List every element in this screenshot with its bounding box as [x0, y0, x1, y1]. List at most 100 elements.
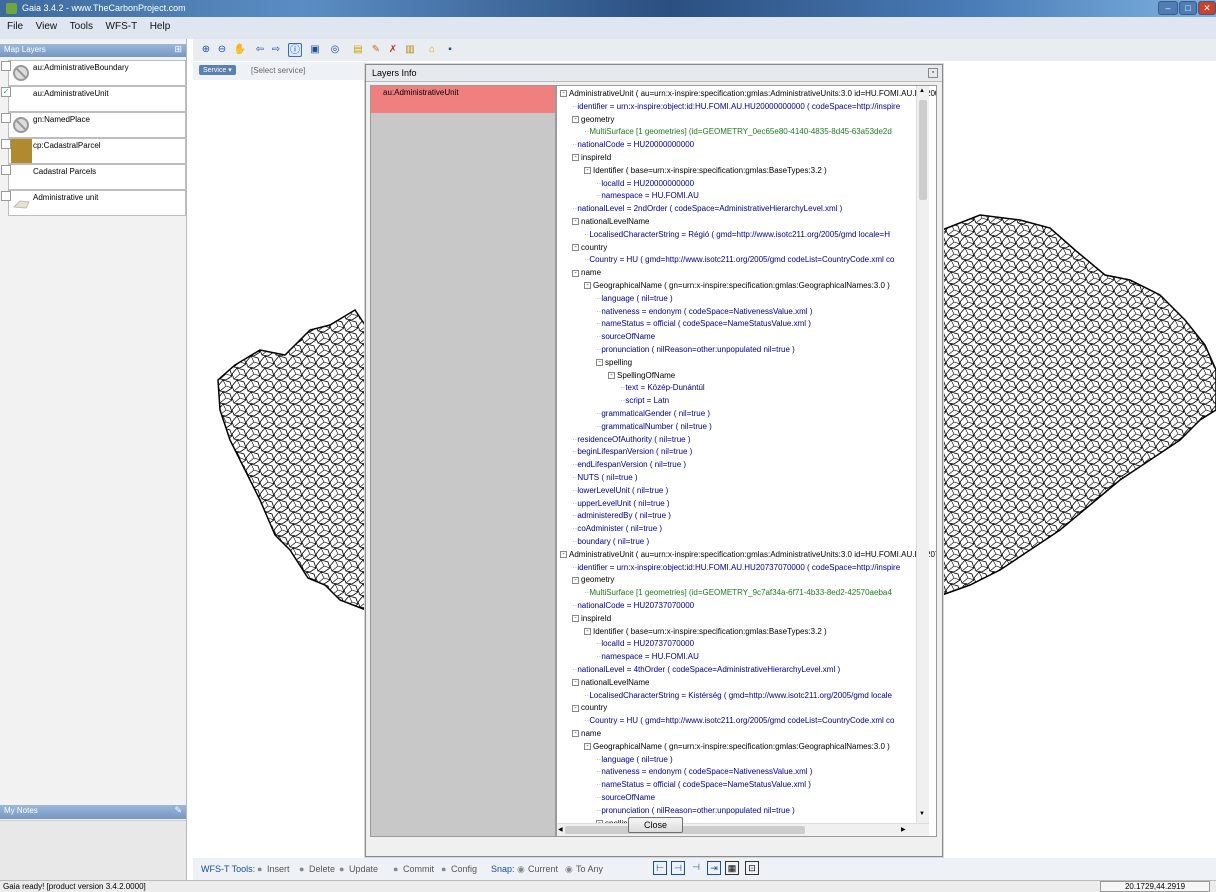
full-extent-icon[interactable]: ▣ [308, 43, 322, 57]
collapse-toggle-icon[interactable]: - [572, 154, 579, 162]
tree-node[interactable]: ··coAdminister ( nil=true ) [572, 523, 662, 536]
snap-start-icon[interactable]: ⊢ [653, 861, 667, 875]
snap-grid-icon[interactable]: ▦ [725, 861, 739, 875]
layer-item[interactable]: Cadastral Parcels [1, 164, 186, 190]
layer-checkbox[interactable] [1, 113, 11, 123]
close-window-button[interactable]: ✕ [1198, 1, 1216, 15]
tree-node[interactable]: ··nationalLevel = 2ndOrder ( codeSpace=A… [572, 203, 842, 216]
my-notes-panel[interactable] [0, 820, 186, 885]
notes-icon[interactable]: ▥ [403, 43, 417, 57]
tree-node[interactable]: - country [572, 242, 607, 255]
tree-node[interactable]: - inspireId [572, 613, 611, 626]
tree-node[interactable]: ··nameStatus = official ( codeSpace=Name… [596, 318, 811, 331]
tree-node[interactable]: - Identifier ( base=urn:x-inspire:specifi… [584, 626, 827, 639]
tree-node[interactable]: ··sourceOfName [596, 792, 655, 805]
tree-node[interactable]: - GeographicalName ( gn=urn:x-inspire:spe… [584, 280, 890, 293]
close-button[interactable]: Close [628, 817, 683, 833]
tree-node[interactable]: ··Country = HU ( gmd=http://www.isotc211… [584, 715, 894, 728]
layer-item[interactable]: cp:CadastralParcel [1, 138, 186, 164]
tree-node[interactable]: ··pronunciation ( nilReason=other:unpopu… [596, 805, 795, 818]
tree-node[interactable]: - AdministrativeUnit ( au=urn:x-inspire:s… [560, 88, 936, 101]
tree-node[interactable]: - nationalLevelName [572, 677, 650, 690]
menu-view[interactable]: View [31, 17, 63, 36]
attribute-tree[interactable]: - AdministrativeUnit ( au=urn:x-inspire:s… [556, 85, 937, 837]
tree-node[interactable]: ··MultiSurface [1 geometries] (id=GEOMET… [584, 587, 892, 600]
delete-button[interactable]: Delete [309, 864, 335, 874]
collapse-toggle-icon[interactable]: - [572, 269, 579, 277]
layer-item[interactable]: au:AdministrativeBoundary [1, 60, 186, 86]
layer-checkbox[interactable] [1, 61, 11, 71]
scroll-down-icon[interactable]: ▼ [919, 811, 925, 817]
save-disk-icon[interactable]: ▪ [443, 43, 457, 57]
collapse-toggle-icon[interactable]: - [572, 115, 579, 123]
minimize-button[interactable]: – [1158, 1, 1178, 15]
tree-node[interactable]: - GeographicalName ( gn=urn:x-inspire:spe… [584, 741, 890, 754]
tree-node[interactable]: - nationalLevelName [572, 216, 650, 229]
tree-node[interactable]: ··NUTS ( nil=true ) [572, 472, 638, 485]
add-note-icon[interactable]: ✎ [174, 805, 182, 816]
service-select[interactable]: [Select service] [251, 66, 305, 75]
add-layer-icon[interactable]: ⊞ [174, 44, 182, 55]
tree-node[interactable]: ··grammaticalNumber ( nil=true ) [596, 421, 712, 434]
zoom-out-icon[interactable]: ⊖ [215, 43, 229, 57]
tree-node[interactable]: ··localId = HU20737070000 [596, 638, 694, 651]
collapse-toggle-icon[interactable]: - [572, 704, 579, 712]
info-icon[interactable]: ⓘ [288, 43, 302, 57]
snap-end-icon[interactable]: ⊣ [689, 861, 703, 875]
tree-node[interactable]: ··nativeness = endonym ( codeSpace=Nativ… [596, 766, 812, 779]
hscroll-thumb[interactable] [565, 826, 805, 834]
update-button[interactable]: Update [349, 864, 378, 874]
tree-node[interactable]: ··namespace = HU.FOMI.AU [596, 190, 699, 203]
collapse-toggle-icon[interactable]: - [560, 90, 567, 98]
tree-node[interactable]: ··LocalisedCharacterString = Kistérség (… [584, 690, 892, 703]
collapse-toggle-icon[interactable]: - [584, 167, 591, 175]
collapse-toggle-icon[interactable]: - [584, 627, 591, 635]
zoom-in-icon[interactable]: ⊕ [199, 43, 213, 57]
snap-settings-icon[interactable]: ⊡ [745, 861, 759, 875]
tree-node[interactable]: ··identifier = urn:x-inspire:object:id:H… [572, 101, 900, 114]
tree-node[interactable]: ··script = Latn [620, 395, 669, 408]
menu-tools[interactable]: Tools [65, 17, 98, 36]
menu-file[interactable]: File [2, 17, 28, 36]
tree-node[interactable]: ··pronunciation ( nilReason=other:unpopu… [596, 344, 795, 357]
back-arrow-icon[interactable]: ⇦ [253, 43, 267, 57]
layer-item[interactable]: Administrative unit [1, 190, 186, 216]
tree-node[interactable]: ··namespace = HU.FOMI.AU [596, 651, 699, 664]
menu-help[interactable]: Help [145, 17, 176, 36]
tree-node[interactable]: ··language ( nil=true ) [596, 754, 673, 767]
insert-button[interactable]: Insert [267, 864, 290, 874]
tree-node[interactable]: ··endLifespanVersion ( nil=true ) [572, 459, 686, 472]
tree-node[interactable]: ··boundary ( nil=true ) [572, 536, 649, 549]
pan-hand-icon[interactable]: ✋ [233, 43, 247, 57]
tree-node[interactable]: - inspireId [572, 152, 611, 165]
tree-node[interactable]: - AdministrativeUnit ( au=urn:x-inspire:s… [560, 549, 936, 562]
snap-to-any-button[interactable]: To Any [576, 864, 603, 874]
open-folder-icon[interactable]: ⌂ [425, 43, 439, 57]
tree-node[interactable]: ··lowerLevelUnit ( nil=true ) [572, 485, 668, 498]
config-button[interactable]: Config [451, 864, 477, 874]
layer-checkbox[interactable] [1, 139, 11, 149]
forward-arrow-icon[interactable]: ⇨ [269, 43, 283, 57]
collapse-toggle-icon[interactable]: - [560, 551, 567, 559]
tree-node[interactable]: ··Country = HU ( gmd=http://www.isotc211… [584, 254, 894, 267]
tree-node[interactable]: ··beginLifespanVersion ( nil=true ) [572, 446, 692, 459]
tree-node[interactable]: ··MultiSurface [1 geometries] (id=GEOMET… [584, 126, 892, 139]
collapse-toggle-icon[interactable]: - [584, 743, 591, 751]
tree-node[interactable]: - geometry [572, 574, 614, 587]
tree-node[interactable]: ··identifier = urn:x-inspire:object:id:H… [572, 562, 900, 575]
tree-node[interactable]: - Identifier ( base=urn:x-inspire:specifi… [584, 165, 827, 178]
collapse-toggle-icon[interactable]: - [572, 730, 579, 738]
tree-node[interactable]: ··nativeness = endonym ( codeSpace=Nativ… [596, 306, 812, 319]
tree-node[interactable]: ··language ( nil=true ) [596, 293, 673, 306]
tree-node[interactable]: - country [572, 702, 607, 715]
snap-current-button[interactable]: Current [528, 864, 558, 874]
collapse-toggle-icon[interactable]: - [584, 282, 591, 290]
layer-item[interactable]: gn:NamedPlace [1, 112, 186, 138]
tree-node[interactable]: ··nationalLevel = 4thOrder ( codeSpace=A… [572, 664, 840, 677]
tree-node[interactable]: ··residenceOfAuthority ( nil=true ) [572, 434, 691, 447]
edit-icon[interactable]: ✎ [369, 43, 383, 57]
selected-layer-item[interactable]: au:AdministrativeUnit [371, 86, 555, 113]
tree-node[interactable]: ··nameStatus = official ( codeSpace=Name… [596, 779, 811, 792]
scroll-up-icon[interactable]: ▲ [919, 88, 925, 94]
layer-checkbox[interactable] [1, 191, 11, 201]
